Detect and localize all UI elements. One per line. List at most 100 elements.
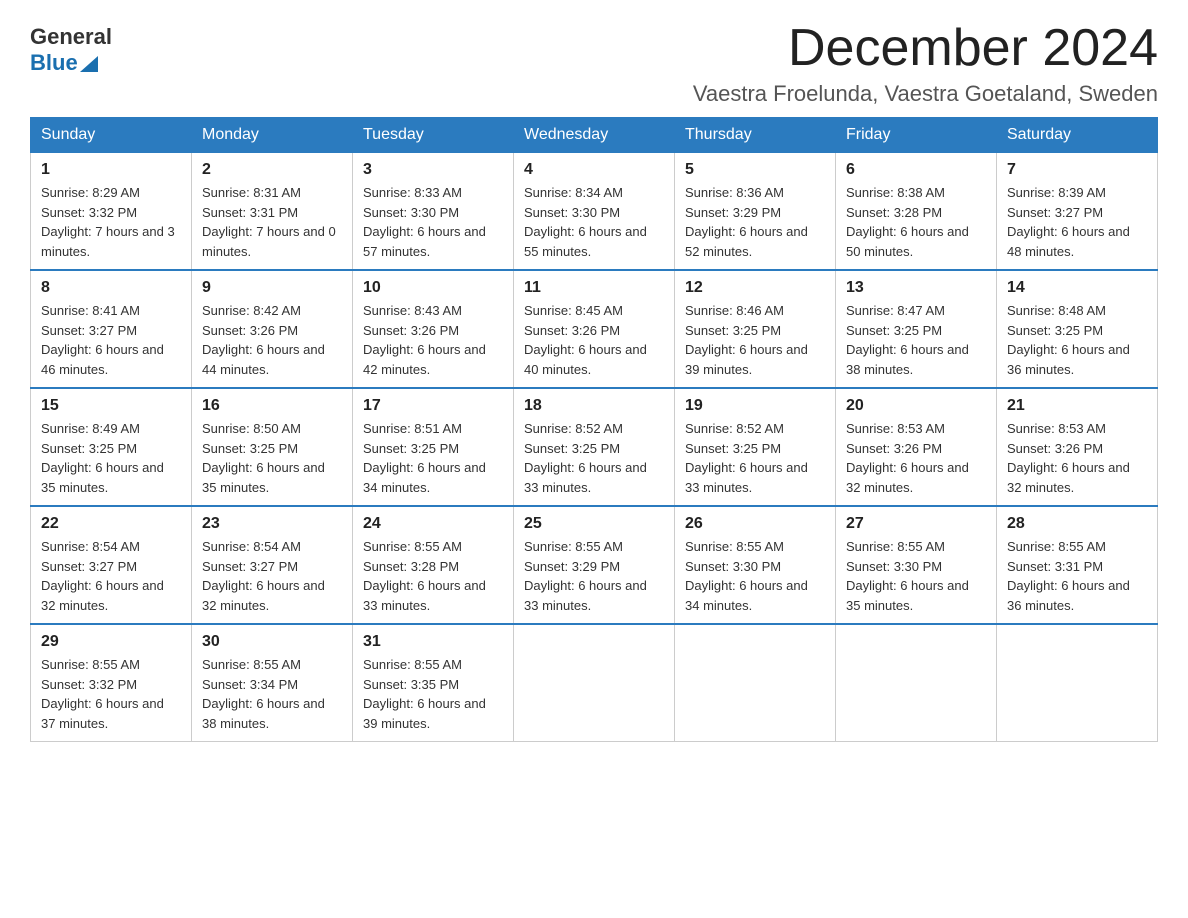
calendar-cell: 21 Sunrise: 8:53 AMSunset: 3:26 PMDaylig… [997,388,1158,506]
day-info: Sunrise: 8:42 AMSunset: 3:26 PMDaylight:… [202,301,342,379]
weekday-header-row: SundayMondayTuesdayWednesdayThursdayFrid… [31,118,1158,153]
day-number: 10 [363,279,503,297]
calendar-cell: 19 Sunrise: 8:52 AMSunset: 3:25 PMDaylig… [675,388,836,506]
day-number: 25 [524,515,664,533]
weekday-header-sunday: Sunday [31,118,192,153]
logo-icon: General Blue [30,24,112,76]
calendar-cell: 10 Sunrise: 8:43 AMSunset: 3:26 PMDaylig… [353,270,514,388]
calendar-cell: 22 Sunrise: 8:54 AMSunset: 3:27 PMDaylig… [31,506,192,624]
page-header: General Blue December 2024 Vaestra Froel… [30,20,1158,107]
day-number: 15 [41,397,181,415]
calendar-cell: 4 Sunrise: 8:34 AMSunset: 3:30 PMDayligh… [514,153,675,271]
calendar-cell: 6 Sunrise: 8:38 AMSunset: 3:28 PMDayligh… [836,153,997,271]
day-info: Sunrise: 8:48 AMSunset: 3:25 PMDaylight:… [1007,301,1147,379]
day-number: 12 [685,279,825,297]
day-info: Sunrise: 8:38 AMSunset: 3:28 PMDaylight:… [846,183,986,261]
calendar-week-row: 1 Sunrise: 8:29 AMSunset: 3:32 PMDayligh… [31,153,1158,271]
day-number: 5 [685,161,825,179]
calendar-cell: 14 Sunrise: 8:48 AMSunset: 3:25 PMDaylig… [997,270,1158,388]
day-info: Sunrise: 8:29 AMSunset: 3:32 PMDaylight:… [41,183,181,261]
calendar-cell: 16 Sunrise: 8:50 AMSunset: 3:25 PMDaylig… [192,388,353,506]
weekday-header-wednesday: Wednesday [514,118,675,153]
calendar-cell: 29 Sunrise: 8:55 AMSunset: 3:32 PMDaylig… [31,624,192,742]
calendar-cell: 7 Sunrise: 8:39 AMSunset: 3:27 PMDayligh… [997,153,1158,271]
day-number: 1 [41,161,181,179]
day-number: 17 [363,397,503,415]
month-title: December 2024 [693,20,1158,77]
day-info: Sunrise: 8:54 AMSunset: 3:27 PMDaylight:… [41,537,181,615]
day-info: Sunrise: 8:55 AMSunset: 3:34 PMDaylight:… [202,655,342,733]
calendar-cell: 13 Sunrise: 8:47 AMSunset: 3:25 PMDaylig… [836,270,997,388]
day-info: Sunrise: 8:45 AMSunset: 3:26 PMDaylight:… [524,301,664,379]
day-info: Sunrise: 8:47 AMSunset: 3:25 PMDaylight:… [846,301,986,379]
calendar-cell: 5 Sunrise: 8:36 AMSunset: 3:29 PMDayligh… [675,153,836,271]
day-info: Sunrise: 8:43 AMSunset: 3:26 PMDaylight:… [363,301,503,379]
calendar-cell: 18 Sunrise: 8:52 AMSunset: 3:25 PMDaylig… [514,388,675,506]
calendar-cell: 11 Sunrise: 8:45 AMSunset: 3:26 PMDaylig… [514,270,675,388]
location-title: Vaestra Froelunda, Vaestra Goetaland, Sw… [693,81,1158,107]
day-info: Sunrise: 8:52 AMSunset: 3:25 PMDaylight:… [685,419,825,497]
calendar-cell [836,624,997,742]
day-number: 9 [202,279,342,297]
calendar-cell: 17 Sunrise: 8:51 AMSunset: 3:25 PMDaylig… [353,388,514,506]
calendar-week-row: 22 Sunrise: 8:54 AMSunset: 3:27 PMDaylig… [31,506,1158,624]
logo: General Blue [30,20,112,76]
day-info: Sunrise: 8:55 AMSunset: 3:30 PMDaylight:… [846,537,986,615]
day-number: 23 [202,515,342,533]
weekday-header-monday: Monday [192,118,353,153]
day-info: Sunrise: 8:50 AMSunset: 3:25 PMDaylight:… [202,419,342,497]
calendar-cell: 28 Sunrise: 8:55 AMSunset: 3:31 PMDaylig… [997,506,1158,624]
day-number: 21 [1007,397,1147,415]
day-number: 30 [202,633,342,651]
day-number: 8 [41,279,181,297]
calendar-cell: 27 Sunrise: 8:55 AMSunset: 3:30 PMDaylig… [836,506,997,624]
day-info: Sunrise: 8:46 AMSunset: 3:25 PMDaylight:… [685,301,825,379]
day-info: Sunrise: 8:55 AMSunset: 3:30 PMDaylight:… [685,537,825,615]
day-info: Sunrise: 8:36 AMSunset: 3:29 PMDaylight:… [685,183,825,261]
day-info: Sunrise: 8:53 AMSunset: 3:26 PMDaylight:… [846,419,986,497]
weekday-header-saturday: Saturday [997,118,1158,153]
calendar-cell: 25 Sunrise: 8:55 AMSunset: 3:29 PMDaylig… [514,506,675,624]
calendar-cell: 20 Sunrise: 8:53 AMSunset: 3:26 PMDaylig… [836,388,997,506]
calendar-cell: 9 Sunrise: 8:42 AMSunset: 3:26 PMDayligh… [192,270,353,388]
day-info: Sunrise: 8:55 AMSunset: 3:29 PMDaylight:… [524,537,664,615]
calendar-cell: 26 Sunrise: 8:55 AMSunset: 3:30 PMDaylig… [675,506,836,624]
day-number: 29 [41,633,181,651]
calendar-cell: 24 Sunrise: 8:55 AMSunset: 3:28 PMDaylig… [353,506,514,624]
weekday-header-friday: Friday [836,118,997,153]
day-number: 2 [202,161,342,179]
day-info: Sunrise: 8:51 AMSunset: 3:25 PMDaylight:… [363,419,503,497]
day-number: 26 [685,515,825,533]
calendar-week-row: 8 Sunrise: 8:41 AMSunset: 3:27 PMDayligh… [31,270,1158,388]
calendar-cell: 30 Sunrise: 8:55 AMSunset: 3:34 PMDaylig… [192,624,353,742]
calendar-cell: 8 Sunrise: 8:41 AMSunset: 3:27 PMDayligh… [31,270,192,388]
day-info: Sunrise: 8:39 AMSunset: 3:27 PMDaylight:… [1007,183,1147,261]
calendar-table: SundayMondayTuesdayWednesdayThursdayFrid… [30,117,1158,742]
calendar-cell: 2 Sunrise: 8:31 AMSunset: 3:31 PMDayligh… [192,153,353,271]
calendar-cell: 12 Sunrise: 8:46 AMSunset: 3:25 PMDaylig… [675,270,836,388]
day-number: 6 [846,161,986,179]
day-number: 14 [1007,279,1147,297]
day-number: 18 [524,397,664,415]
day-info: Sunrise: 8:55 AMSunset: 3:31 PMDaylight:… [1007,537,1147,615]
day-info: Sunrise: 8:33 AMSunset: 3:30 PMDaylight:… [363,183,503,261]
day-number: 16 [202,397,342,415]
calendar-cell: 3 Sunrise: 8:33 AMSunset: 3:30 PMDayligh… [353,153,514,271]
day-number: 4 [524,161,664,179]
day-info: Sunrise: 8:52 AMSunset: 3:25 PMDaylight:… [524,419,664,497]
calendar-cell [675,624,836,742]
day-info: Sunrise: 8:53 AMSunset: 3:26 PMDaylight:… [1007,419,1147,497]
day-number: 11 [524,279,664,297]
calendar-cell [514,624,675,742]
day-info: Sunrise: 8:55 AMSunset: 3:28 PMDaylight:… [363,537,503,615]
calendar-cell [997,624,1158,742]
day-number: 19 [685,397,825,415]
day-info: Sunrise: 8:49 AMSunset: 3:25 PMDaylight:… [41,419,181,497]
day-info: Sunrise: 8:41 AMSunset: 3:27 PMDaylight:… [41,301,181,379]
calendar-week-row: 29 Sunrise: 8:55 AMSunset: 3:32 PMDaylig… [31,624,1158,742]
calendar-cell: 1 Sunrise: 8:29 AMSunset: 3:32 PMDayligh… [31,153,192,271]
day-number: 3 [363,161,503,179]
title-area: December 2024 Vaestra Froelunda, Vaestra… [693,20,1158,107]
calendar-cell: 15 Sunrise: 8:49 AMSunset: 3:25 PMDaylig… [31,388,192,506]
day-number: 22 [41,515,181,533]
